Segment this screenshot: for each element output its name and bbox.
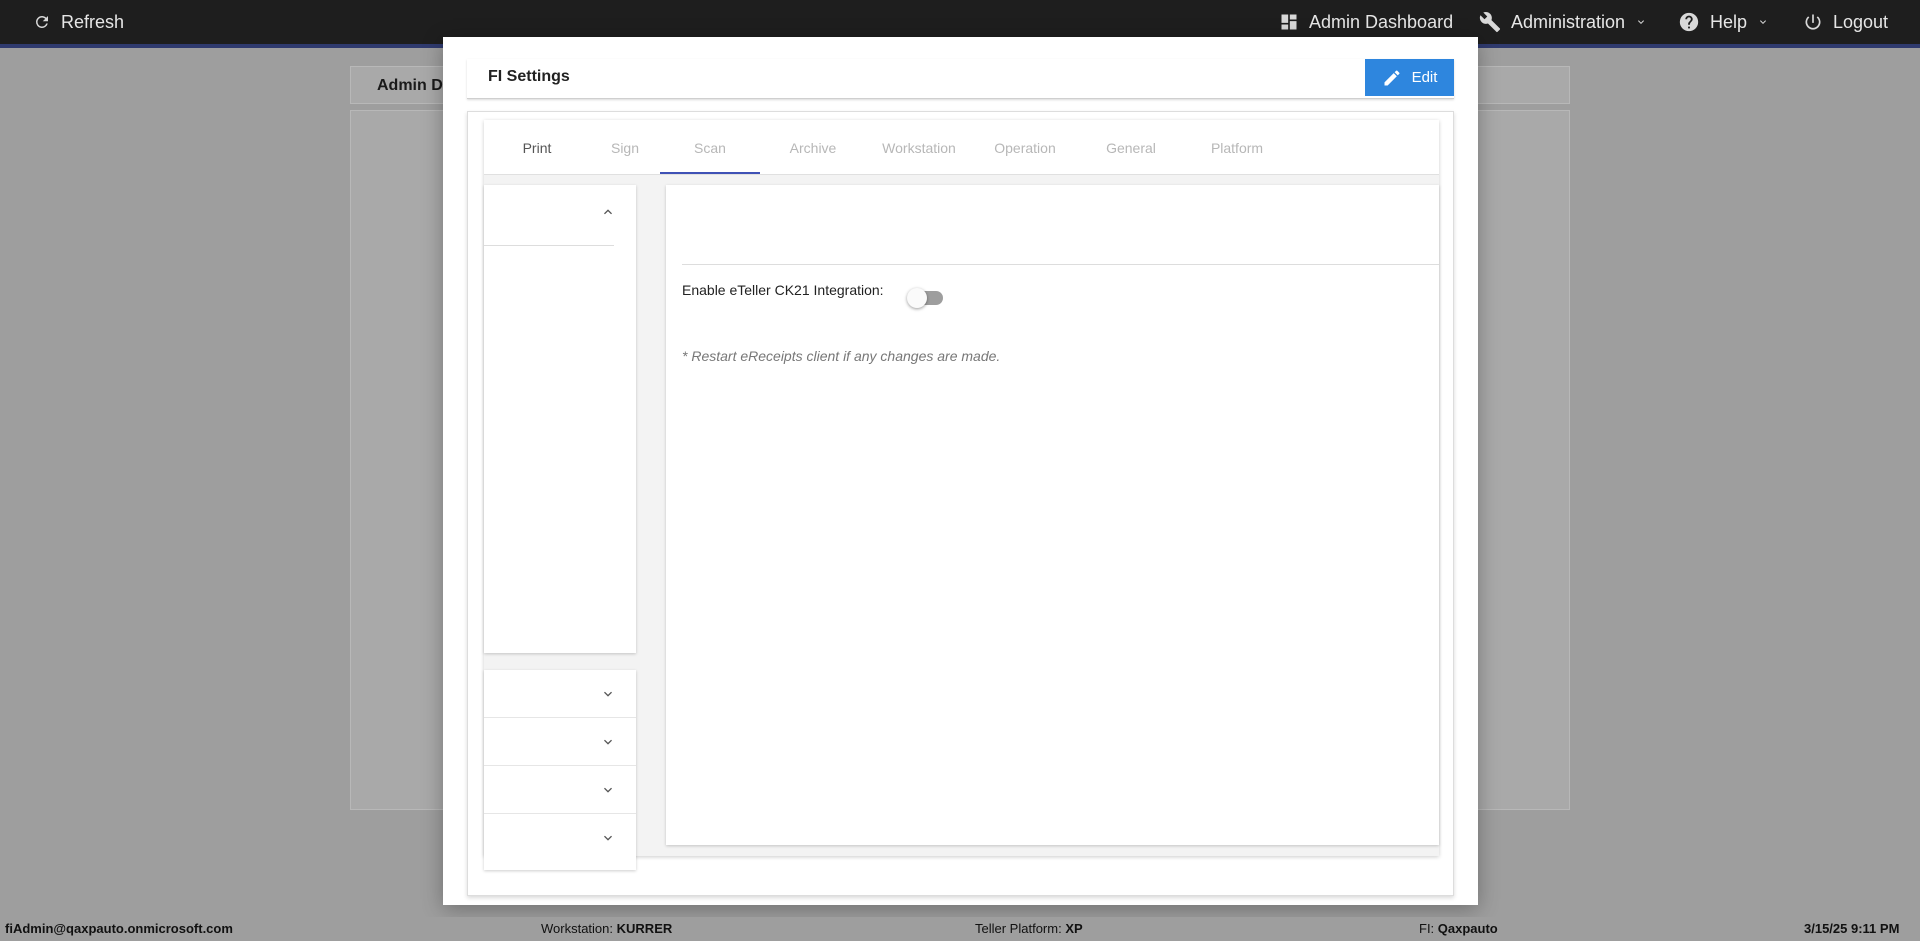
panel-divider xyxy=(682,264,1439,265)
admin-dashboard-label: Admin Dashboard xyxy=(1309,11,1454,32)
chevron-down-icon xyxy=(1638,20,1645,24)
tab-operation[interactable]: Operation xyxy=(972,120,1078,175)
pencil-icon xyxy=(1384,69,1400,85)
fi-label: FI: xyxy=(1419,921,1435,936)
power-icon xyxy=(1805,14,1821,30)
status-bar: fiAdmin@qaxpauto.onmicrosoft.com Worksta… xyxy=(0,917,1920,941)
ck21-integration-toggle[interactable] xyxy=(907,288,943,308)
status-workstation: Workstation: KURRER xyxy=(541,921,672,936)
logout-button[interactable]: Logout xyxy=(1803,0,1888,44)
tab-archive[interactable]: Archive xyxy=(760,120,866,175)
modal-body: Print Sign Scan Archive Workstation Oper… xyxy=(467,111,1454,896)
tab-print[interactable]: Print xyxy=(484,120,590,175)
logout-label: Logout xyxy=(1833,11,1889,32)
background-page-title: Admin D xyxy=(377,77,443,94)
refresh-icon xyxy=(35,15,48,28)
platform-label: Teller Platform: xyxy=(975,921,1062,936)
platform-value: XP xyxy=(1065,921,1083,936)
refresh-label: Refresh xyxy=(61,11,125,32)
toggle-knob xyxy=(907,288,927,308)
chevron-up-icon[interactable] xyxy=(600,204,616,220)
chevron-down-icon xyxy=(1760,20,1767,24)
status-platform: Teller Platform: XP xyxy=(975,921,1083,936)
ck21-integration-label: Enable eTeller CK21 Integration: xyxy=(682,282,884,298)
scan-settings-panel: Enable eTeller CK21 Integration: * Resta… xyxy=(666,185,1439,845)
collapsed-accordion-list xyxy=(484,670,636,870)
edit-label: Edit xyxy=(1411,69,1438,86)
accordion-item[interactable] xyxy=(484,766,636,814)
fi-value: Qaxpauto xyxy=(1437,921,1498,936)
tab-general[interactable]: General xyxy=(1078,120,1184,175)
refresh-button[interactable]: Refresh xyxy=(33,0,124,44)
active-tab-indicator xyxy=(660,172,760,174)
help-label: Help xyxy=(1710,11,1748,32)
fi-settings-modal: FI Settings Edit Print Sign Scan Archive… xyxy=(443,37,1478,905)
chevron-down-icon xyxy=(604,739,612,745)
modal-title: FI Settings xyxy=(488,68,570,85)
workstation-label: Workstation: xyxy=(541,921,614,936)
administration-label: Administration xyxy=(1511,11,1626,32)
panel-divider xyxy=(484,245,614,246)
chevron-down-icon xyxy=(604,691,612,697)
modal-header: FI Settings Edit xyxy=(467,59,1454,99)
settings-tabs: Print Sign Scan Archive Workstation Oper… xyxy=(484,120,1439,175)
dashboard-icon xyxy=(1281,14,1297,30)
status-datetime: 3/15/25 9:11 PM xyxy=(1804,921,1900,936)
settings-card: Print Sign Scan Archive Workstation Oper… xyxy=(484,120,1439,870)
workstation-value: KURRER xyxy=(616,921,673,936)
expanded-accordion-panel xyxy=(484,185,636,653)
status-user: fiAdmin@qaxpauto.onmicrosoft.com xyxy=(5,921,233,936)
tab-sign[interactable]: Sign xyxy=(590,120,660,175)
chevron-down-icon xyxy=(604,835,612,841)
restart-note: * Restart eReceipts client if any change… xyxy=(682,348,1001,364)
help-icon xyxy=(1679,12,1699,32)
edit-button[interactable]: Edit xyxy=(1365,59,1454,96)
wrench-icon xyxy=(1479,12,1501,33)
tab-scan[interactable]: Scan xyxy=(660,120,760,175)
accordion-item[interactable] xyxy=(484,718,636,766)
help-menu[interactable]: Help xyxy=(1678,0,1769,44)
tab-workstation[interactable]: Workstation xyxy=(866,120,972,175)
accordion-item[interactable] xyxy=(484,670,636,718)
administration-menu[interactable]: Administration xyxy=(1479,0,1647,44)
chevron-down-icon xyxy=(604,787,612,793)
accordion-item[interactable] xyxy=(484,814,636,862)
status-fi: FI: Qaxpauto xyxy=(1419,921,1498,936)
tab-platform[interactable]: Platform xyxy=(1184,120,1290,175)
